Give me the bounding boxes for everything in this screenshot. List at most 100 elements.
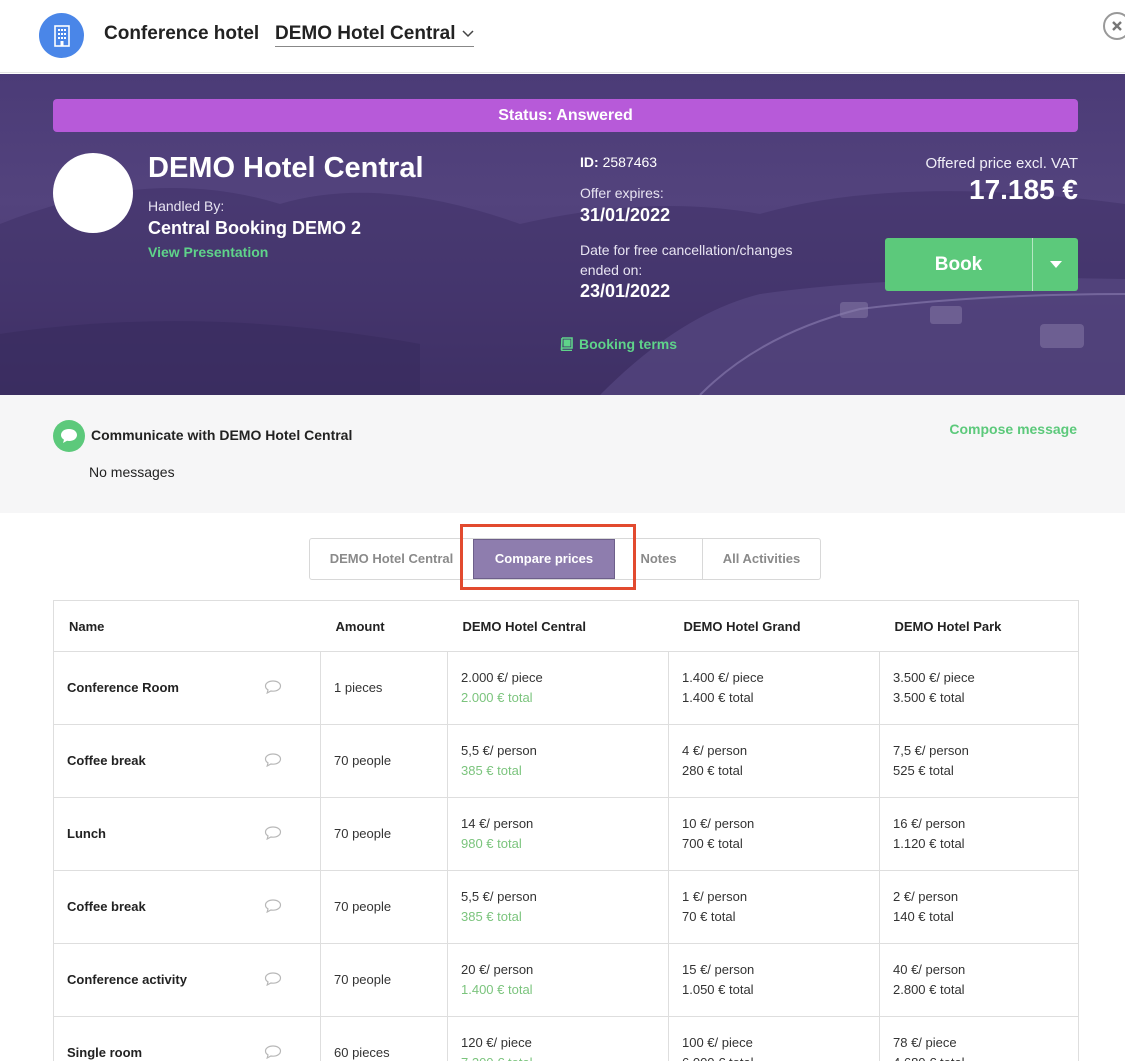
offered-price-value: 17.185 € xyxy=(969,174,1078,205)
price-cell-grand: 100 €/ piece 6.000 € total xyxy=(668,1016,880,1061)
hotel-select-dropdown[interactable]: DEMO Hotel Central xyxy=(275,23,474,47)
amount-cell: 70 people xyxy=(320,797,448,871)
price-cell-grand: 1 €/ person 70 € total xyxy=(668,870,880,944)
table-row: Lunch 70 people 14 €/ person 980 € total 10 … xyxy=(53,797,1079,871)
unit-price: 2 €/ person xyxy=(893,889,959,904)
total-price: 4.680 € total xyxy=(893,1053,1078,1061)
table-row: Conference Room 1 pieces 2.000 €/ piece 2.0… xyxy=(53,651,1079,725)
tab-notes[interactable]: Notes xyxy=(615,539,703,579)
offer-id-value: 2587463 xyxy=(602,154,658,170)
comment-icon[interactable] xyxy=(264,899,282,919)
item-name-cell: Single room xyxy=(53,1016,321,1061)
price-cell-park: 40 €/ person 2.800 € total xyxy=(879,943,1079,1017)
offer-expires-value: 31/01/2022 xyxy=(580,205,671,225)
price-cell-grand: 10 €/ person 700 € total xyxy=(668,797,880,871)
item-name-cell: Coffee break xyxy=(53,870,321,944)
total-price: 6.000 € total xyxy=(682,1053,879,1061)
amount-cell: 1 pieces xyxy=(320,651,448,725)
price-cell-park: 78 €/ piece 4.680 € total xyxy=(879,1016,1079,1061)
table-header-row: Name Amount DEMO Hotel Central DEMO Hote… xyxy=(53,600,1079,652)
tab-all-activities[interactable]: All Activities xyxy=(703,539,820,579)
price-cell-central: 14 €/ person 980 € total xyxy=(447,797,669,871)
comment-icon[interactable] xyxy=(264,972,282,992)
item-name: Lunch xyxy=(67,826,106,841)
item-name-cell: Lunch xyxy=(53,797,321,871)
caret-down-icon xyxy=(1049,260,1062,268)
price-cell-grand: 4 €/ person 280 € total xyxy=(668,724,880,798)
tab-hotel-central[interactable]: DEMO Hotel Central xyxy=(310,539,473,579)
table-row: Coffee break 70 people 5,5 €/ person 385 € … xyxy=(53,724,1079,798)
handled-by-label: Handled By: xyxy=(148,198,225,214)
close-button[interactable] xyxy=(1103,12,1125,40)
free-cancellation-label: Date for free cancellation/changes ended… xyxy=(580,242,793,278)
item-name: Coffee break xyxy=(67,753,146,768)
unit-price: 4 €/ person xyxy=(682,743,748,758)
view-presentation-link[interactable]: View Presentation xyxy=(148,244,268,260)
total-price: 1.400 € total xyxy=(461,982,533,997)
price-cell-central: 5,5 €/ person 385 € total xyxy=(447,724,669,798)
item-name: Single room xyxy=(67,1045,143,1060)
total-price: 700 € total xyxy=(682,836,743,851)
hotel-select-value: DEMO Hotel Central xyxy=(275,23,456,44)
price-cell-park: 2 €/ person 140 € total xyxy=(879,870,1079,944)
price-cell-central: 2.000 €/ piece 2.000 € total xyxy=(447,651,669,725)
amount-cell: 60 pieces xyxy=(320,1016,448,1061)
compare-prices-table: Name Amount DEMO Hotel Central DEMO Hote… xyxy=(53,600,1079,1061)
price-cell-grand: 1.400 €/ piece 1.400 € total xyxy=(668,651,880,725)
table-row: Single room 60 pieces 120 €/ piece 7.200 € … xyxy=(53,1016,1079,1061)
column-header-amount: Amount xyxy=(320,600,448,652)
price-cell-park: 16 €/ person 1.120 € total xyxy=(879,797,1079,871)
unit-price: 120 €/ piece xyxy=(461,1035,532,1050)
item-name-cell: Coffee break xyxy=(53,724,321,798)
price-cell-central: 20 €/ person 1.400 € total xyxy=(447,943,669,1017)
hotel-logo-avatar xyxy=(53,153,133,233)
booking-terms-link[interactable]: Booking terms xyxy=(560,336,677,352)
comment-icon[interactable] xyxy=(264,680,282,700)
total-price: 3.500 € total xyxy=(893,690,965,705)
total-price: 2.000 € total xyxy=(461,690,533,705)
unit-price: 78 €/ piece xyxy=(893,1035,957,1050)
chevron-down-icon xyxy=(462,30,474,38)
tab-compare-prices[interactable]: Compare prices xyxy=(473,539,615,579)
amount-cell: 70 people xyxy=(320,870,448,944)
amount-cell: 70 people xyxy=(320,943,448,1017)
top-bar: Conference hotel DEMO Hotel Central xyxy=(0,0,1125,73)
hotel-title: DEMO Hotel Central xyxy=(148,152,424,184)
offered-price-label: Offered price excl. VAT xyxy=(925,155,1078,172)
book-split-button: Book xyxy=(885,238,1078,291)
unit-price: 1 €/ person xyxy=(682,889,748,904)
unit-price: 10 €/ person xyxy=(682,816,755,831)
no-messages-text: No messages xyxy=(89,464,175,480)
total-price: 140 € total xyxy=(893,909,954,924)
unit-price: 1.400 €/ piece xyxy=(682,670,764,685)
chat-bubble-icon xyxy=(53,420,85,452)
offer-hero: Status: Answered DEMO Hotel Central Hand… xyxy=(0,74,1125,395)
comment-icon[interactable] xyxy=(264,753,282,773)
column-header-hotel-park: DEMO Hotel Park xyxy=(879,600,1079,652)
communicate-title: Communicate with DEMO Hotel Central xyxy=(91,427,353,443)
book-button[interactable]: Book xyxy=(885,238,1033,291)
total-price: 7.200 € total xyxy=(461,1053,668,1061)
book-icon xyxy=(560,337,573,351)
item-name: Conference Room xyxy=(67,680,179,695)
table-row: Coffee break 70 people 5,5 €/ person 385 € … xyxy=(53,870,1079,944)
offer-id-label: ID: xyxy=(580,154,599,170)
unit-price: 5,5 €/ person xyxy=(461,743,537,758)
unit-price: 2.000 €/ piece xyxy=(461,670,543,685)
total-price: 525 € total xyxy=(893,763,954,778)
unit-price: 3.500 €/ piece xyxy=(893,670,975,685)
handled-by-value: Central Booking DEMO 2 xyxy=(148,218,362,238)
offer-tabs: DEMO Hotel Central Compare prices Notes … xyxy=(309,538,821,580)
column-header-hotel-grand: DEMO Hotel Grand xyxy=(668,600,880,652)
book-options-button[interactable] xyxy=(1033,238,1078,291)
column-header-name: Name xyxy=(53,600,321,652)
comment-icon[interactable] xyxy=(264,826,282,846)
unit-price: 7,5 €/ person xyxy=(893,743,969,758)
close-icon xyxy=(1112,21,1122,31)
status-badge: Status: Answered xyxy=(53,99,1078,132)
comment-icon[interactable] xyxy=(264,1045,282,1061)
compose-message-link[interactable]: Compose message xyxy=(949,421,1077,437)
item-name: Conference activity xyxy=(67,972,187,987)
table-row: Conference activity 70 people 20 €/ person… xyxy=(53,943,1079,1017)
total-price: 1.120 € total xyxy=(893,836,965,851)
